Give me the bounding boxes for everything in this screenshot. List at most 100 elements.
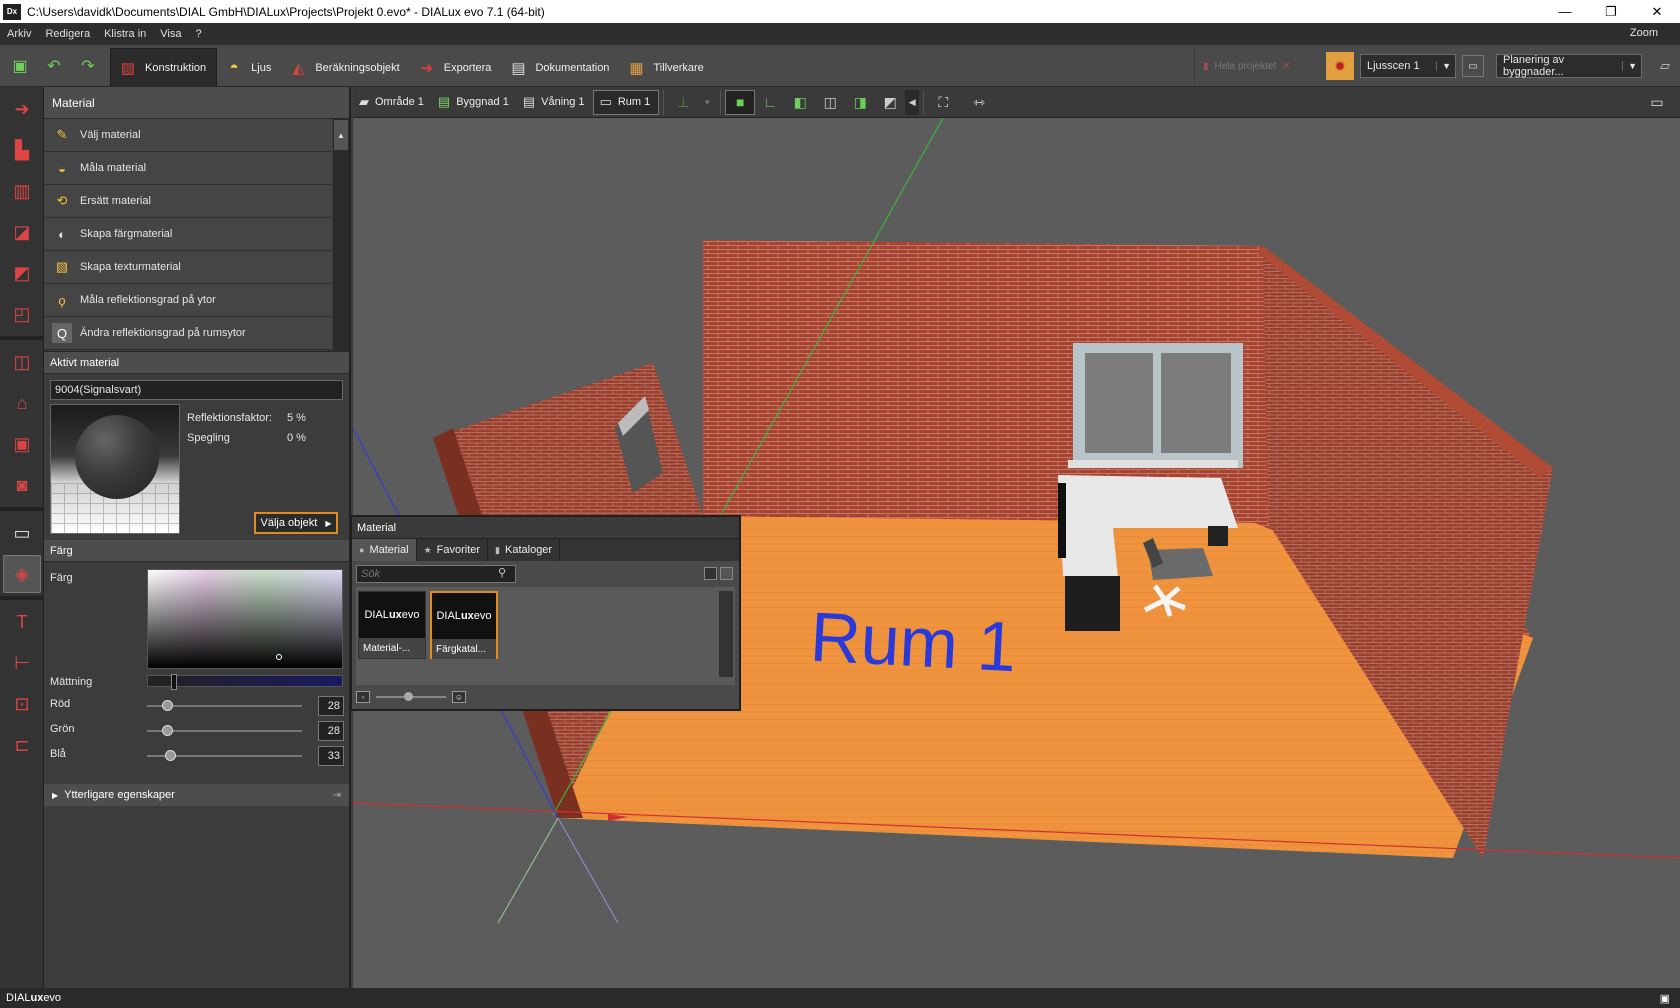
left-toolbar: ➔ ▙ ▥ ◪ ◩ ◰ ◫ ⌂ ▣ ◙ ▭ ◈ T ⊢ ⊡ ⊏ bbox=[0, 87, 44, 988]
fullscreen-icon[interactable]: ▭ bbox=[1642, 90, 1672, 115]
color-picker[interactable] bbox=[147, 569, 343, 669]
menu-arkiv[interactable]: Arkiv bbox=[0, 28, 38, 40]
text-tool-icon[interactable]: T bbox=[3, 603, 41, 641]
list-item-valj-material[interactable]: ✎ Välj material bbox=[44, 119, 332, 152]
tab-berakningsobjekt[interactable]: ◭ Beräkningsobjekt bbox=[281, 48, 409, 88]
fit-view-icon[interactable]: ⛶ bbox=[928, 90, 958, 115]
breadcrumb-omrade[interactable]: ▰ Område 1 bbox=[353, 90, 432, 115]
catalog-tile-material[interactable]: DIAL ux evo Material-... bbox=[358, 591, 426, 659]
saturation-slider[interactable] bbox=[147, 674, 343, 690]
furniture-tool-icon[interactable]: ▙ bbox=[3, 131, 41, 169]
user-icon[interactable]: ☺ bbox=[452, 691, 466, 703]
search-input[interactable] bbox=[356, 565, 516, 583]
green-input[interactable]: 28 bbox=[318, 721, 344, 741]
measure-icon[interactable]: ⇿ bbox=[964, 90, 994, 115]
axis-filter-icon[interactable]: ⊥ bbox=[668, 90, 698, 115]
tab-konstruktion[interactable]: ▨ Konstruktion bbox=[110, 47, 218, 88]
saturation-handle[interactable] bbox=[170, 674, 177, 690]
blue-input[interactable]: 33 bbox=[318, 746, 344, 766]
roof-tool-icon[interactable]: ⌂ bbox=[3, 384, 41, 422]
view-grid-icon[interactable] bbox=[720, 567, 733, 580]
workflow-icon[interactable]: ▱ bbox=[1650, 58, 1680, 74]
zoom-menu[interactable]: Zoom bbox=[1630, 27, 1658, 39]
save-status-icon[interactable]: ▣ bbox=[1660, 992, 1670, 1005]
minimize-button[interactable]: — bbox=[1542, 0, 1588, 23]
tile-size-handle[interactable] bbox=[404, 692, 413, 701]
cut-line-tool-icon[interactable]: ⊢ bbox=[3, 644, 41, 682]
window-tool-icon[interactable]: ◙ bbox=[3, 466, 41, 504]
zoom-out-icon[interactable]: ▫ bbox=[356, 691, 370, 703]
list-item-mala-reflektionsgrad[interactable]: ϙ Måla reflektionsgrad på ytor bbox=[44, 284, 332, 317]
menu-help[interactable]: ? bbox=[188, 28, 208, 40]
view-floor-plan-icon[interactable]: ∟ bbox=[755, 90, 785, 115]
collapse-left-icon[interactable]: ◀ bbox=[905, 89, 920, 115]
planning-mode-dropdown[interactable]: Planering av byggnader... ▼ bbox=[1496, 54, 1642, 78]
light-scene-dropdown[interactable]: Ljusscen 1 ▼ bbox=[1360, 54, 1456, 78]
select-object-button[interactable]: Välja objekt ▶ bbox=[254, 512, 338, 534]
tab-favoriter[interactable]: ★ Favoriter bbox=[417, 539, 489, 561]
view-list-icon[interactable] bbox=[704, 567, 717, 580]
area-icon: ▰ bbox=[359, 94, 369, 109]
view-side-icon[interactable]: ◫ bbox=[815, 90, 845, 115]
planning-mode-value: Planering av byggnader... bbox=[1503, 54, 1565, 78]
floor-plan-tool-icon[interactable]: ◰ bbox=[3, 295, 41, 333]
chevron-down-icon[interactable]: ▼ bbox=[698, 90, 716, 115]
menu-klistra-in[interactable]: Klistra in bbox=[97, 28, 153, 40]
close-button[interactable]: ✕ bbox=[1634, 0, 1680, 23]
red-slider-handle[interactable] bbox=[162, 700, 174, 711]
catalog-tile-fargkatalog[interactable]: DIAL ux evo Färgkatal... bbox=[430, 591, 498, 659]
list-item-ersatt-material[interactable]: ⟲ Ersätt material bbox=[44, 185, 332, 218]
tab-ljus[interactable]: ◓ Ljus bbox=[217, 48, 281, 88]
view-right-icon[interactable]: ◩ bbox=[875, 90, 905, 115]
tab-exportera[interactable]: ➜ Exportera bbox=[410, 48, 502, 88]
blue-slider[interactable] bbox=[147, 750, 302, 761]
wall-tool-icon[interactable]: ◪ bbox=[3, 213, 41, 251]
undo-icon[interactable]: ↶ bbox=[40, 52, 68, 80]
save-icon[interactable]: ▣ bbox=[6, 52, 34, 80]
tab-material[interactable]: ● Material bbox=[352, 539, 417, 561]
tab-dokumentation[interactable]: ▤ Dokumentation bbox=[501, 48, 619, 88]
light-settings-icon[interactable]: ✹ bbox=[1326, 52, 1354, 80]
view-3d-solid-icon[interactable]: ■ bbox=[725, 89, 756, 115]
list-item-andra-reflektionsgrad[interactable]: Q Ändra reflektionsgrad på rumsytor bbox=[44, 317, 332, 350]
scene-screen-icon[interactable]: ▭ bbox=[1462, 55, 1484, 77]
align-tool-icon[interactable]: ⊡ bbox=[3, 685, 41, 723]
breadcrumb-byggnad[interactable]: ▤ Byggnad 1 bbox=[432, 90, 517, 115]
green-slider[interactable] bbox=[147, 725, 302, 736]
saturation-label: Mättning bbox=[50, 676, 93, 688]
view-front-icon[interactable]: ◧ bbox=[785, 90, 815, 115]
tiles-scrollbar[interactable] bbox=[719, 591, 733, 677]
view-back-icon[interactable]: ◨ bbox=[845, 90, 875, 115]
path-tool-icon[interactable]: ⊏ bbox=[3, 726, 41, 764]
list-item-skapa-texturmaterial[interactable]: ▧ Skapa texturmaterial bbox=[44, 251, 332, 284]
scroll-up-icon[interactable]: ▲ bbox=[334, 120, 348, 150]
tile-size-slider[interactable] bbox=[376, 692, 446, 701]
arrow-tool-icon[interactable]: ➔ bbox=[3, 90, 41, 128]
breadcrumb-vaning[interactable]: ▤ Våning 1 bbox=[517, 90, 593, 115]
more-properties-header[interactable]: ▶ Ytterligare egenskaper ⇥ bbox=[44, 784, 349, 806]
menu-redigera[interactable]: Redigera bbox=[38, 28, 97, 40]
door-tool-icon[interactable]: ◩ bbox=[3, 254, 41, 292]
tab-kataloger[interactable]: ▮ Kataloger bbox=[488, 539, 561, 561]
breadcrumb-rum[interactable]: ▭ Rum 1 bbox=[592, 89, 660, 115]
redo-icon[interactable]: ↷ bbox=[74, 52, 102, 80]
red-slider[interactable] bbox=[147, 700, 302, 711]
red-input[interactable]: 28 bbox=[318, 696, 344, 716]
menu-visa[interactable]: Visa bbox=[153, 28, 188, 40]
list-item-mala-material[interactable]: ◒ Måla material bbox=[44, 152, 332, 185]
box-tool-icon[interactable]: ▣ bbox=[3, 425, 41, 463]
blue-slider-handle[interactable] bbox=[165, 750, 177, 761]
object-tool-icon[interactable]: ▭ bbox=[3, 514, 41, 552]
pin-icon[interactable]: ⇥ bbox=[333, 790, 341, 801]
list-item-skapa-fargmaterial[interactable]: ◐ Skapa färgmaterial bbox=[44, 218, 332, 251]
active-material-name[interactable]: 9004(Signalsvart) bbox=[50, 380, 343, 400]
material-tool-icon[interactable]: ◈ bbox=[3, 555, 41, 593]
cube-cut-tool-icon[interactable]: ◫ bbox=[3, 343, 41, 381]
search-icon[interactable]: ⚲ bbox=[498, 566, 506, 579]
color-picker-handle[interactable] bbox=[276, 654, 282, 660]
room-tool-icon[interactable]: ▥ bbox=[3, 172, 41, 210]
list-scrollbar[interactable]: ▲ bbox=[333, 119, 349, 352]
green-slider-handle[interactable] bbox=[162, 725, 174, 736]
restore-button[interactable]: ❐ bbox=[1588, 0, 1634, 23]
tab-tillverkare[interactable]: ▦ Tillverkare bbox=[619, 48, 713, 88]
